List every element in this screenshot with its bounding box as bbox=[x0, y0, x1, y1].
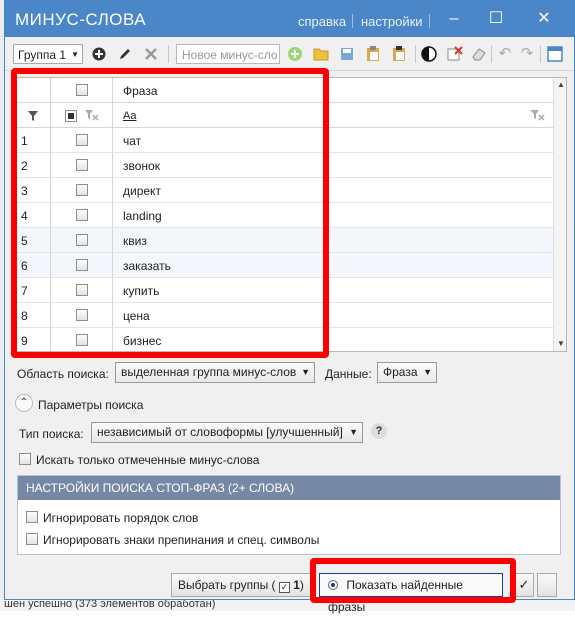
data-label: Данные: bbox=[325, 367, 372, 381]
edit-pencil-icon[interactable] bbox=[115, 44, 135, 64]
ignore-punct-checkbox[interactable] bbox=[26, 533, 38, 545]
toolbar-separator bbox=[491, 45, 492, 63]
select-groups-button[interactable]: Выбрать группы ( ✓ 1) bbox=[171, 573, 316, 597]
group-select[interactable]: Группа 1 ▼ bbox=[13, 44, 83, 64]
help-icon[interactable]: ? bbox=[371, 423, 387, 439]
search-area-select[interactable]: выделенная группа минус-слов ▼ bbox=[115, 362, 315, 383]
clear-filter-icon[interactable] bbox=[530, 110, 546, 121]
paste-icon[interactable] bbox=[363, 44, 383, 64]
search-type-select[interactable]: независимый от словоформы [улучшенный] ▼ bbox=[91, 422, 363, 443]
check-all-button[interactable]: ✓ bbox=[514, 573, 534, 597]
toolbar-separator bbox=[415, 45, 416, 63]
folder-open-icon[interactable] bbox=[311, 44, 331, 64]
ignore-punct-label: Игнорировать знаки препинания и спец. си… bbox=[43, 533, 320, 547]
check-icon: ✓ bbox=[278, 582, 290, 593]
search-area-value: выделенная группа минус-слов bbox=[121, 365, 297, 379]
new-minus-word-input[interactable]: Новое минус-сло bbox=[176, 44, 280, 64]
select-groups-count: 1 bbox=[293, 578, 300, 592]
new-minus-word-placeholder: Новое минус-сло bbox=[182, 48, 278, 62]
ignore-order-checkbox[interactable] bbox=[26, 511, 38, 523]
uncheck-all-button[interactable] bbox=[537, 573, 557, 597]
toolbar-separator bbox=[168, 45, 169, 63]
search-type-label: Тип поиска: bbox=[19, 427, 84, 441]
stop-phrases-panel: НАСТРОЙКИ ПОИСКА СТОП-ФРАЗ (2+ СЛОВА) Иг… bbox=[17, 475, 561, 555]
add-minus-word-icon[interactable] bbox=[285, 44, 305, 64]
only-checked-checkbox[interactable] bbox=[19, 453, 31, 465]
search-area-label: Область поиска: bbox=[17, 367, 109, 381]
data-select[interactable]: Фраза ▼ bbox=[377, 362, 437, 383]
contrast-icon[interactable] bbox=[419, 44, 439, 64]
maximize-button[interactable]: ☐ bbox=[481, 7, 511, 31]
select-groups-close: ) bbox=[299, 578, 304, 592]
add-group-icon[interactable] bbox=[89, 44, 109, 64]
undo-icon[interactable]: ↶ bbox=[495, 44, 515, 64]
eraser-icon[interactable] bbox=[469, 44, 489, 64]
delete-group-icon[interactable] bbox=[141, 44, 161, 64]
uncheck-red-icon[interactable] bbox=[445, 44, 465, 64]
search-params-label[interactable]: Параметры поиска bbox=[38, 398, 143, 412]
save-icon[interactable] bbox=[337, 44, 357, 64]
title-bar: МИНУС-СЛОВА справка настройки – ☐ ✕ bbox=[5, 1, 574, 37]
chevron-down-icon: ▼ bbox=[423, 367, 432, 377]
minus-words-window: МИНУС-СЛОВА справка настройки – ☐ ✕ Груп… bbox=[4, 0, 575, 614]
title-separator bbox=[429, 14, 430, 28]
close-window-button[interactable]: ✕ bbox=[529, 7, 559, 31]
highlight-box-show-button bbox=[310, 558, 516, 603]
only-checked-label: Искать только отмеченные минус-слова bbox=[36, 453, 260, 467]
data-select-value: Фраза bbox=[383, 365, 418, 379]
settings-link[interactable]: настройки bbox=[361, 14, 423, 29]
scroll-up-arrow-icon[interactable]: ▲ bbox=[554, 78, 566, 92]
chevron-down-icon: ▼ bbox=[71, 50, 79, 59]
toolbar: Группа 1 ▼ Новое минус-сло ↶ ↷ bbox=[5, 37, 574, 71]
window-title: МИНУС-СЛОВА bbox=[15, 10, 147, 29]
group-select-value: Группа 1 bbox=[18, 48, 67, 62]
chevron-down-icon: ▼ bbox=[349, 427, 358, 437]
panel-layout-icon[interactable] bbox=[545, 44, 565, 64]
search-type-value: независимый от словоформы [улучшенный] bbox=[97, 425, 343, 439]
help-link[interactable]: справка bbox=[298, 14, 346, 29]
collapse-params-icon[interactable]: ⌃ bbox=[15, 394, 33, 412]
stop-phrases-header: НАСТРОЙКИ ПОИСКА СТОП-ФРАЗ (2+ СЛОВА) bbox=[18, 476, 560, 500]
clipboard-icon[interactable] bbox=[389, 44, 409, 64]
select-groups-label: Выбрать группы ( bbox=[178, 578, 276, 592]
ignore-order-label: Игнорировать порядок слов bbox=[43, 511, 199, 525]
scroll-down-arrow-icon[interactable]: ▼ bbox=[554, 337, 566, 351]
title-separator bbox=[352, 14, 353, 28]
chevron-down-icon: ▼ bbox=[301, 367, 310, 377]
toolbar-separator bbox=[540, 45, 541, 63]
redo-icon[interactable]: ↷ bbox=[517, 44, 537, 64]
minimize-button[interactable]: – bbox=[439, 7, 469, 31]
grid-vertical-scrollbar[interactable]: ▲ ▼ bbox=[553, 78, 566, 351]
highlight-box-grid bbox=[11, 68, 329, 358]
